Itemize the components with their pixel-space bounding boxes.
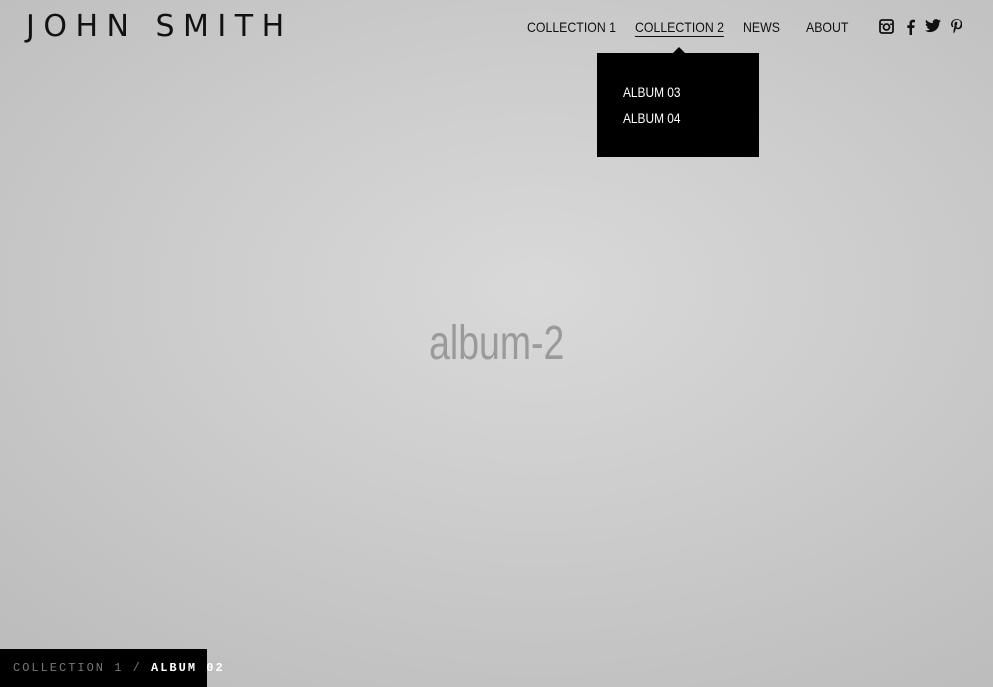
facebook-icon[interactable] xyxy=(906,19,915,35)
nav-collection-2[interactable]: COLLECTION 2 xyxy=(635,18,725,37)
instagram-icon[interactable] xyxy=(879,19,894,35)
pinterest-icon[interactable] xyxy=(951,19,962,35)
nav-collection-1[interactable]: COLLECTION 1 xyxy=(527,18,616,36)
breadcrumb-separator: / xyxy=(132,661,142,675)
breadcrumb: COLLECTION 1 / ALBUM 02 xyxy=(0,649,223,687)
nav-news[interactable]: NEWS xyxy=(743,18,780,36)
nav-about[interactable]: ABOUT xyxy=(806,18,848,36)
twitter-icon[interactable] xyxy=(925,19,941,35)
collection-2-dropdown: ALBUM 03 ALBUM 04 xyxy=(597,53,759,157)
breadcrumb-parent[interactable]: COLLECTION 1 xyxy=(13,661,123,675)
dropdown-item-album-04[interactable]: ALBUM 04 xyxy=(623,110,681,126)
album-placeholder: album-2 xyxy=(0,312,993,376)
dropdown-item-album-03[interactable]: ALBUM 03 xyxy=(623,84,681,100)
breadcrumb-current: ALBUM 02 xyxy=(151,661,225,675)
album-placeholder-label: album-2 xyxy=(428,317,565,370)
main-nav: COLLECTION 1 COLLECTION 2 NEWS ABOUT xyxy=(0,18,993,38)
